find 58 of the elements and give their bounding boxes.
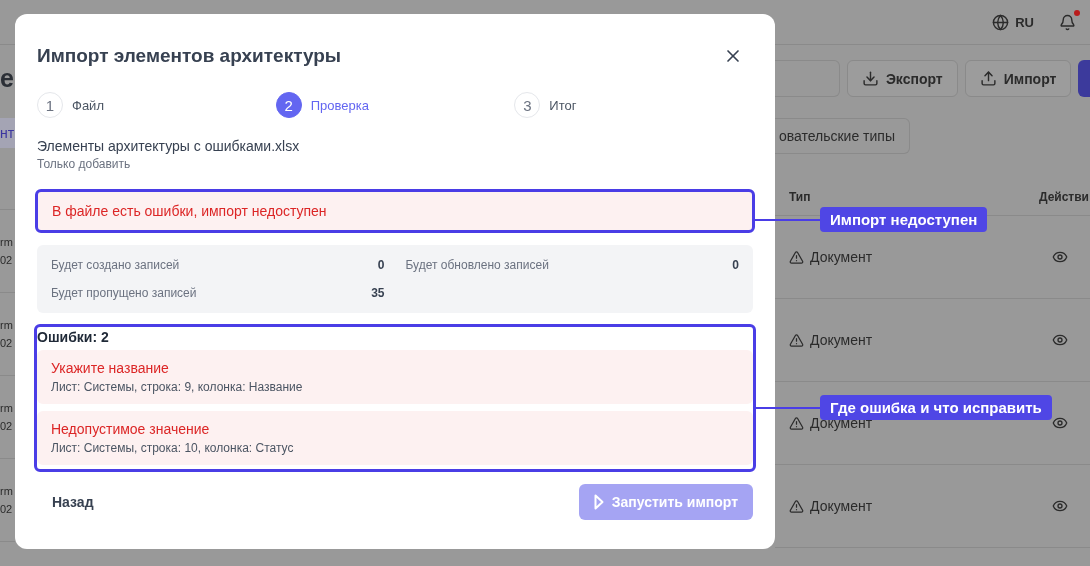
- stat-label: Будет обновлено записей: [405, 258, 549, 272]
- filter-button[interactable]: овательские типы: [775, 118, 910, 154]
- play-icon: [593, 494, 604, 510]
- error-location: Лист: Системы, строка: 10, колонка: Статус: [51, 441, 295, 455]
- table-cell-text: 02: [0, 337, 14, 349]
- type-cell: Документ: [789, 249, 873, 265]
- stat-label: Будет пропущено записей: [51, 286, 197, 300]
- error-message: Недопустимое значение: [51, 421, 211, 437]
- import-mode: Только добавить: [37, 157, 132, 171]
- stat-value: 0: [377, 258, 385, 272]
- toolbar-button[interactable]: Экспорт: [846, 60, 958, 97]
- back-button[interactable]: Назад: [37, 486, 109, 518]
- upload-icon: [979, 70, 997, 87]
- warning-icon: [789, 498, 804, 514]
- callout-label: Импорт недоступен: [820, 207, 988, 232]
- warning-icon: [789, 249, 804, 265]
- error-message: Укажите название: [51, 360, 170, 376]
- view-button[interactable]: [1052, 249, 1068, 265]
- table-cell-text: 02: [0, 503, 14, 515]
- step-label: Итог: [549, 97, 577, 113]
- warning-icon: [789, 332, 804, 348]
- search-field[interactable]: [775, 60, 840, 97]
- type-cell: Документ: [789, 332, 873, 348]
- table-cell-text: rm: [0, 402, 14, 414]
- callout-label: Где ошибка и что исправить: [820, 395, 1052, 420]
- errors-title: Ошибки: 2: [37, 329, 110, 345]
- primary-button[interactable]: [1078, 60, 1090, 97]
- table-cell-text: 02: [0, 254, 14, 266]
- table-cell-text: rm: [0, 236, 14, 248]
- language-button[interactable]: RU: [992, 13, 1034, 31]
- file-name: Элементы архитектуры с ошибками.xlsx: [37, 138, 301, 154]
- view-button[interactable]: [1052, 415, 1068, 431]
- column-header: Тип: [789, 189, 811, 204]
- globe-icon: [992, 13, 1010, 31]
- step-number: 1: [37, 92, 63, 118]
- error-location: Лист: Системы, строка: 9, колонка: Название: [51, 380, 304, 394]
- stat-value: 35: [371, 286, 385, 300]
- table-cell-text: rm: [0, 319, 14, 331]
- table-cell-text: rm: [0, 485, 14, 497]
- page-title: е: [0, 63, 15, 94]
- stat-label: Будет создано записей: [51, 258, 180, 272]
- download-icon: [861, 70, 879, 87]
- leader-line: [755, 218, 820, 221]
- stat-value: 0: [732, 258, 739, 272]
- error-alert: В файле есть ошибки, импорт недоступен: [35, 189, 755, 233]
- tab[interactable]: нт: [0, 118, 15, 148]
- view-button[interactable]: [1052, 498, 1068, 514]
- view-button[interactable]: [1052, 332, 1068, 348]
- type-cell: Документ: [789, 498, 873, 514]
- toolbar-button[interactable]: Импорт: [964, 60, 1072, 97]
- step-number: 2: [275, 92, 302, 118]
- step-label: Проверка: [310, 97, 369, 113]
- step-number: 3: [514, 92, 541, 118]
- column-header: Действи: [1038, 189, 1089, 204]
- warning-icon: [789, 415, 804, 431]
- dialog-title: Импорт элементов архитектуры: [37, 45, 342, 67]
- table-cell-text: 02: [0, 420, 14, 432]
- step-label: Файл: [72, 97, 104, 113]
